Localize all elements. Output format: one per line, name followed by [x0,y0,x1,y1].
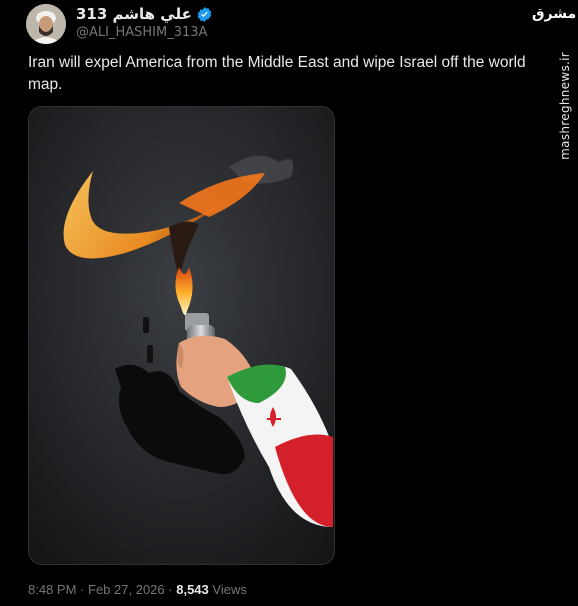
tweet-time[interactable]: 8:48 PM [28,582,76,597]
meta-separator-2: · [168,582,173,597]
tweet-date[interactable]: Feb 27, 2026 [88,582,165,597]
watermark: مشرق mashreghnews.ir [532,0,578,606]
tweet-metadata: 8:48 PM · Feb 27, 2026 · 8,543 Views [28,582,247,597]
author-name-row[interactable]: علي هاشم 313 [76,5,213,23]
watermark-logo: مشرق [532,6,577,22]
tweet-image[interactable] [28,106,335,565]
tweet: علي هاشم 313 @ALI_HASHIM_313A Iran will … [0,0,548,606]
display-name[interactable]: علي هاشم 313 [76,5,192,23]
meta-separator: · [80,582,85,597]
verified-badge-icon [197,6,212,22]
author-handle[interactable]: @ALI_HASHIM_313A [76,25,207,40]
tweet-text: Iran will expel America from the Middle … [28,54,526,93]
views-count: 8,543 [176,582,209,597]
avatar[interactable] [26,4,66,44]
watermark-site: mashreghnews.ir [558,52,572,160]
views-label: Views [212,582,247,597]
